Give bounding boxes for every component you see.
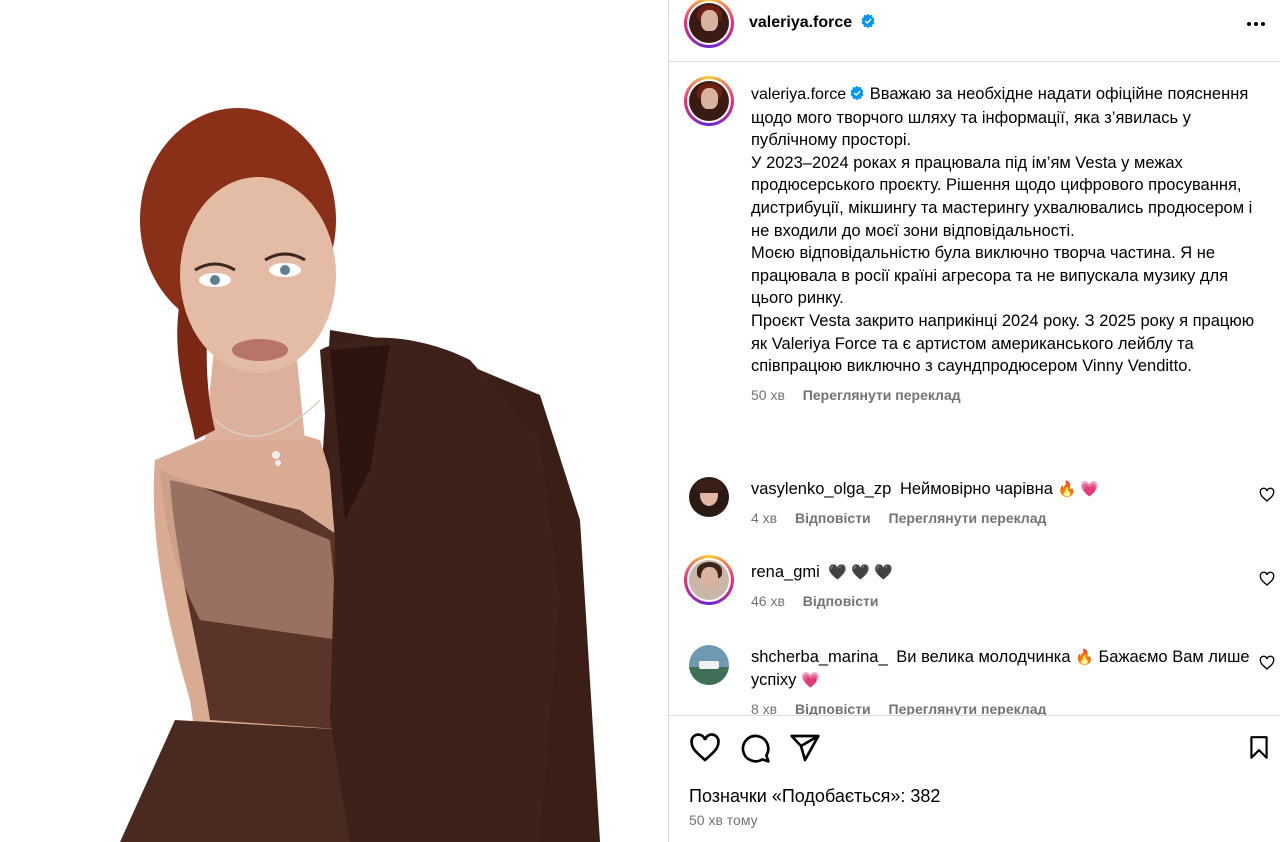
- post-image[interactable]: [0, 0, 668, 842]
- comment-avatar[interactable]: [689, 477, 729, 517]
- comment-like-heart-icon[interactable]: [1259, 487, 1275, 503]
- post-actions-bar: Позначки «Подобається»: 382 50 хв тому: [669, 715, 1280, 842]
- comment-text: Ви велика молодчинка: [896, 648, 1071, 666]
- caption-paragraph-2: У 2023–2024 роках я працювала під ім’ям …: [751, 153, 1253, 240]
- comment-body: rena_gmi 🖤 🖤 🖤 46 хв Відповісти: [751, 561, 1251, 613]
- comment-body: shcherba_marina_ Ви велика молодчинка 🔥 …: [751, 646, 1251, 715]
- heart-icon[interactable]: [689, 732, 721, 764]
- see-translation-button[interactable]: Переглянути переклад: [889, 701, 1047, 715]
- verified-badge-icon: [861, 13, 875, 29]
- comment-emoji: 🔥: [1075, 649, 1094, 666]
- reply-button[interactable]: Відповісти: [803, 593, 879, 609]
- comment-meta: 4 хв Відповісти Переглянути переклад: [751, 507, 1251, 530]
- caption-text: valeriya.force Вважаю за необхідне надат…: [751, 83, 1256, 378]
- comment-time: 4 хв: [751, 510, 778, 526]
- caption-meta: 50 хв Переглянути переклад: [751, 384, 1256, 407]
- post-header: valeriya.force: [669, 0, 1280, 62]
- comment-avatar[interactable]: [684, 555, 734, 605]
- comment-meta: 46 хв Відповісти: [751, 590, 1251, 613]
- verified-badge-icon: [850, 85, 864, 101]
- comments-scroll-area[interactable]: valeriya.force Вважаю за необхідне надат…: [669, 63, 1280, 715]
- post-photo-illustration: [120, 108, 600, 842]
- caption-see-translation[interactable]: Переглянути переклад: [803, 387, 961, 403]
- likes-count[interactable]: Позначки «Подобається»: 382: [689, 786, 940, 807]
- comment-text: Неймовірно чарівна: [899, 480, 1053, 498]
- comment-emoji: 🔥 💗: [1057, 481, 1100, 498]
- author-username[interactable]: valeriya.force: [749, 14, 852, 31]
- comment-icon[interactable]: [739, 732, 771, 764]
- comment-like-heart-icon[interactable]: [1259, 571, 1275, 587]
- share-icon[interactable]: [789, 732, 821, 764]
- post-caption: valeriya.force Вважаю за необхідне надат…: [751, 83, 1256, 406]
- comment-emoji-2: 💗: [801, 672, 820, 689]
- comment-username[interactable]: shcherba_marina_: [751, 648, 888, 666]
- author-name-row: valeriya.force: [749, 13, 876, 32]
- caption-username[interactable]: valeriya.force: [751, 86, 846, 103]
- post-side-panel: valeriya.force valeriya.force Вважаю за …: [669, 0, 1280, 842]
- comment-time: 8 хв: [751, 701, 778, 715]
- comment-username[interactable]: vasylenko_olga_zp: [751, 480, 891, 498]
- caption-time: 50 хв: [751, 386, 785, 403]
- caption-paragraph-3: Моєю відповідальністю була виключно твор…: [751, 244, 1229, 308]
- comment-avatar[interactable]: [689, 645, 729, 685]
- reply-button[interactable]: Відповісти: [795, 510, 871, 526]
- comment-like-heart-icon[interactable]: [1259, 655, 1275, 671]
- caption-paragraph-4: Проєкт Vesta закрито наприкінці 2024 рок…: [751, 311, 1255, 376]
- bookmark-icon[interactable]: [1246, 732, 1272, 764]
- comment-meta: 8 хв Відповісти Переглянути переклад: [751, 698, 1251, 715]
- post-time-ago: 50 хв тому: [689, 812, 758, 828]
- comment-emoji: 🖤 🖤 🖤: [828, 564, 893, 581]
- reply-button[interactable]: Відповісти: [795, 701, 871, 715]
- comment-time: 46 хв: [751, 593, 785, 609]
- comment-body: vasylenko_olga_zp Неймовірно чарівна 🔥 💗…: [751, 478, 1251, 530]
- more-horizontal-icon[interactable]: [1244, 12, 1268, 36]
- author-avatar[interactable]: [684, 0, 734, 48]
- comment-username[interactable]: rena_gmi: [751, 563, 820, 581]
- caption-author-avatar[interactable]: [684, 76, 734, 126]
- see-translation-button[interactable]: Переглянути переклад: [889, 510, 1047, 526]
